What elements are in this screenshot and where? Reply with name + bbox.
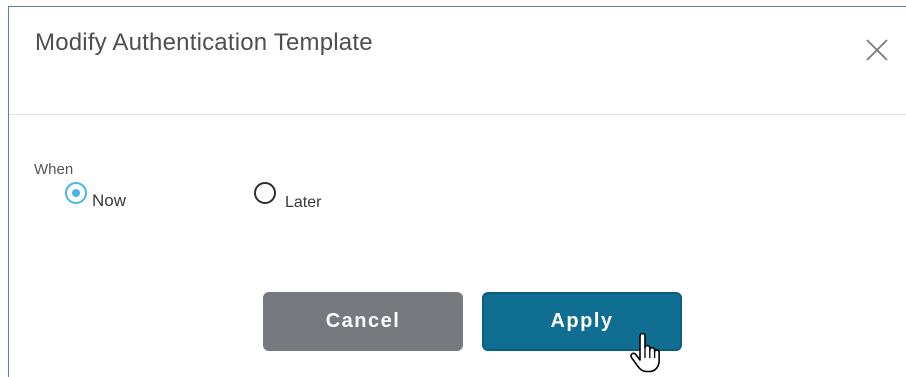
hand-pointer-icon [630, 333, 660, 373]
radio-now-selected-icon[interactable] [65, 182, 87, 204]
dialog-header: Modify Authentication Template [9, 7, 906, 115]
when-label: When [34, 161, 74, 178]
close-icon [866, 39, 888, 61]
cancel-button[interactable]: Cancel [263, 292, 463, 351]
radio-option-later[interactable]: Later [254, 182, 321, 211]
radio-option-now[interactable]: Now [65, 182, 126, 210]
modify-authentication-template-dialog: Modify Authentication Template When Now … [8, 6, 906, 377]
close-button[interactable] [864, 37, 890, 63]
dialog-title: Modify Authentication Template [35, 29, 373, 56]
radio-label-now: Now [92, 191, 127, 210]
dialog-body: When Now Later Cancel Apply [9, 115, 906, 377]
radio-label-later: Later [285, 194, 322, 211]
radio-later-unselected-icon[interactable] [254, 182, 276, 204]
